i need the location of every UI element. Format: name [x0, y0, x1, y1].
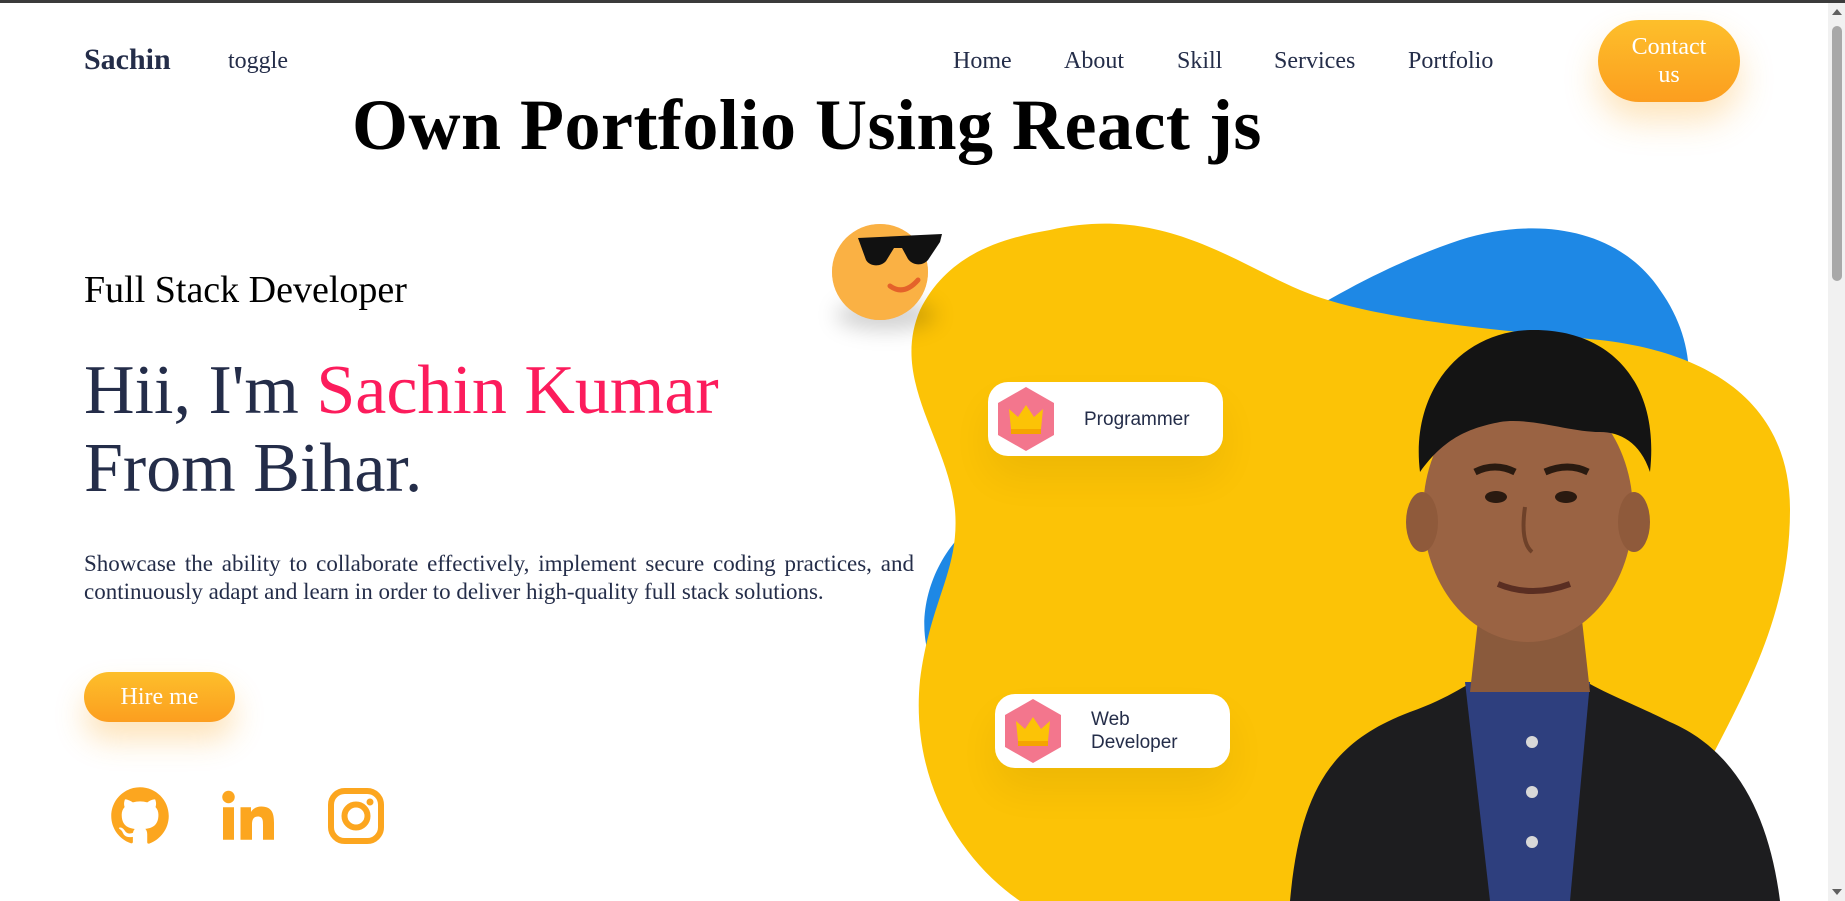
- crown-icon: [1005, 699, 1061, 763]
- nav-skill[interactable]: Skill: [1177, 48, 1222, 75]
- role-text: Full Stack Developer: [84, 269, 407, 311]
- hire-me-button[interactable]: Hire me: [84, 672, 235, 722]
- linkedin-icon[interactable]: [218, 786, 278, 846]
- hire-me-label: Hire me: [120, 683, 199, 710]
- scrollbar-thumb[interactable]: [1832, 26, 1842, 281]
- page-title: Own Portfolio Using React js: [352, 85, 1262, 165]
- profile-photo: [1290, 329, 1780, 901]
- greeting-prefix: Hii, I'm: [84, 352, 317, 429]
- crown-icon: [998, 387, 1054, 451]
- brand-logo[interactable]: Sachin: [84, 43, 171, 77]
- intro-description: Showcase the ability to collaborate effe…: [84, 551, 914, 604]
- nav-about[interactable]: About: [1064, 48, 1124, 75]
- scroll-down-arrow-icon[interactable]: [1832, 889, 1842, 895]
- nav-portfolio[interactable]: Portfolio: [1408, 48, 1493, 75]
- theme-toggle[interactable]: toggle: [228, 48, 288, 75]
- top-border: [0, 0, 1845, 3]
- contact-button[interactable]: Contact us: [1598, 20, 1740, 102]
- scroll-up-arrow-icon[interactable]: [1832, 9, 1842, 15]
- badge-label: Web Developer: [1091, 709, 1178, 753]
- greeting-heading: Hii, I'm Sachin Kumar From Bihar.: [84, 352, 719, 508]
- person-name: Sachin Kumar: [316, 352, 719, 429]
- github-icon[interactable]: [110, 786, 170, 846]
- sunglasses-emoji-icon: [832, 224, 942, 320]
- badge-programmer: Programmer: [988, 382, 1223, 456]
- badge-web-developer: Web Developer: [995, 694, 1230, 768]
- origin-text: From Bihar.: [84, 430, 423, 507]
- page-scrollbar[interactable]: [1828, 3, 1845, 901]
- nav-home[interactable]: Home: [953, 48, 1012, 75]
- nav-services[interactable]: Services: [1274, 48, 1355, 75]
- contact-button-label: Contact us: [1631, 34, 1707, 88]
- badge-label: Programmer: [1084, 408, 1190, 430]
- instagram-icon[interactable]: [326, 786, 386, 846]
